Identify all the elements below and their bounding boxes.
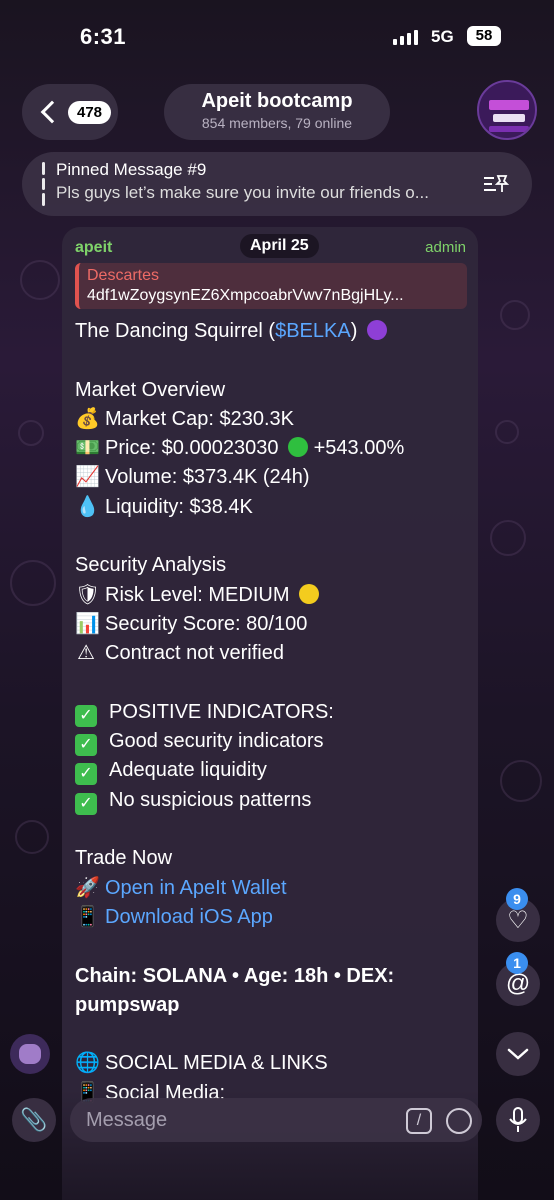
pinned-message-bar[interactable]: Pinned Message #9 Pls guys let’s make su…	[22, 152, 532, 216]
battery-icon: 58	[467, 26, 501, 46]
sender-role-badge: admin	[425, 239, 466, 256]
token-title-line: The Dancing Squirrel ($BELKA)	[75, 317, 466, 346]
droplet-icon: 💧	[75, 495, 100, 518]
message-body: The Dancing Squirrel ($BELKA) Market Ove…	[75, 317, 466, 1108]
chain-info: Chain: SOLANA • Age: 18h • DEX:	[75, 964, 395, 987]
attach-button[interactable]: 📎	[12, 1098, 56, 1142]
market-heading: Market Overview	[75, 378, 226, 401]
pinned-text: Pls guys let’s make sure you invite our …	[56, 183, 429, 202]
green-circle-icon	[288, 437, 309, 458]
positive-indicator: Adequate liquidity	[109, 759, 267, 782]
check-icon: ✓	[75, 734, 97, 757]
chat-title-button[interactable]: Apeit bootcamp 854 members, 79 online	[164, 84, 390, 140]
reactions-button[interactable]: 9 ♡	[496, 888, 540, 942]
open-wallet-link[interactable]: Open in ApeIt Wallet	[105, 877, 287, 899]
token-ticker-link[interactable]: $BELKA	[275, 320, 351, 342]
reply-text: 4df1wZoygsynEZ6XmpcoabrVwv7nBgjHLy...	[87, 287, 404, 304]
unread-count-badge: 478	[68, 100, 112, 124]
banknote-icon: 💵	[75, 437, 100, 460]
back-button[interactable]: 478	[22, 84, 118, 140]
purple-circle-icon	[366, 320, 387, 340]
reactions-badge: 9	[506, 888, 528, 910]
check-icon: ✓	[75, 704, 97, 727]
bar-chart-icon: 📊	[75, 612, 100, 635]
reply-quote[interactable]: Descartes 4df1wZoygsynEZ6XmpcoabrVwv7nBg…	[75, 263, 467, 309]
price: Price: $0.00023030	[105, 437, 279, 460]
chat-title: Apeit bootcamp	[201, 90, 353, 112]
paperclip-icon: 📎	[20, 1107, 48, 1132]
contract-status: Contract not verified	[105, 642, 284, 665]
yellow-circle-icon	[299, 583, 320, 604]
globe-icon: 🌐	[75, 1052, 100, 1075]
date-separator: April 25	[240, 234, 319, 258]
message-bubble[interactable]: apeit April 25 admin Descartes 4df1wZoyg…	[62, 227, 478, 1200]
status-time: 6:31	[80, 24, 127, 49]
status-bar: 6:31 5G 58	[0, 0, 554, 70]
trade-heading: Trade Now	[75, 847, 173, 870]
liquidity: Liquidity: $38.4K	[105, 495, 253, 518]
rocket-icon: 🚀	[75, 876, 100, 899]
chart-up-icon: 📈	[75, 466, 100, 489]
reply-author: Descartes	[87, 267, 160, 284]
mentions-badge: 1	[506, 952, 528, 974]
message-sender[interactable]: apeit	[75, 239, 112, 257]
market-cap: Market Cap: $230.3K	[105, 407, 294, 430]
sticker-icon[interactable]	[446, 1108, 472, 1134]
network-label: 5G	[431, 27, 454, 46]
chevron-down-icon	[507, 1048, 529, 1060]
volume: Volume: $373.4K (24h)	[105, 466, 310, 489]
price-change: +543.00%	[313, 437, 405, 460]
chevron-left-icon	[40, 100, 64, 124]
pin-list-icon[interactable]	[482, 172, 510, 196]
sender-avatar[interactable]	[10, 1034, 50, 1074]
money-bag-icon: 💰	[75, 407, 100, 430]
positive-heading: POSITIVE INDICATORS:	[109, 700, 334, 723]
commands-icon[interactable]: /	[406, 1108, 432, 1134]
chain-info-dex: pumpswap	[75, 993, 180, 1016]
download-app-link[interactable]: Download iOS App	[105, 906, 273, 928]
signal-icon	[393, 30, 418, 45]
microphone-button[interactable]	[496, 1098, 540, 1142]
social-heading: SOCIAL MEDIA & LINKS	[105, 1052, 328, 1075]
mentions-button[interactable]: 1 @	[496, 952, 540, 1006]
at-sign-icon: @	[505, 970, 531, 997]
positive-indicator: Good security indicators	[109, 730, 324, 753]
composer-bar: 📎 Message	[0, 1090, 554, 1200]
pinned-title: Pinned Message #9	[56, 160, 207, 179]
risk-level: Risk Level: MEDIUM	[105, 583, 290, 606]
check-icon: ✓	[75, 792, 97, 815]
microphone-icon	[509, 1107, 527, 1132]
security-score: Security Score: 80/100	[105, 612, 308, 635]
chat-subtitle: 854 members, 79 online	[201, 115, 353, 131]
check-icon: ✓	[75, 763, 97, 786]
pin-indicator	[42, 162, 45, 207]
positive-indicator: No suspicious patterns	[109, 788, 312, 811]
group-avatar[interactable]	[477, 80, 537, 140]
shield-icon: 🛡	[75, 583, 101, 606]
scroll-down-button[interactable]	[496, 1032, 540, 1076]
security-heading: Security Analysis	[75, 554, 227, 577]
warning-icon: ⚠	[77, 642, 95, 665]
phone-icon: 📱	[75, 905, 100, 928]
